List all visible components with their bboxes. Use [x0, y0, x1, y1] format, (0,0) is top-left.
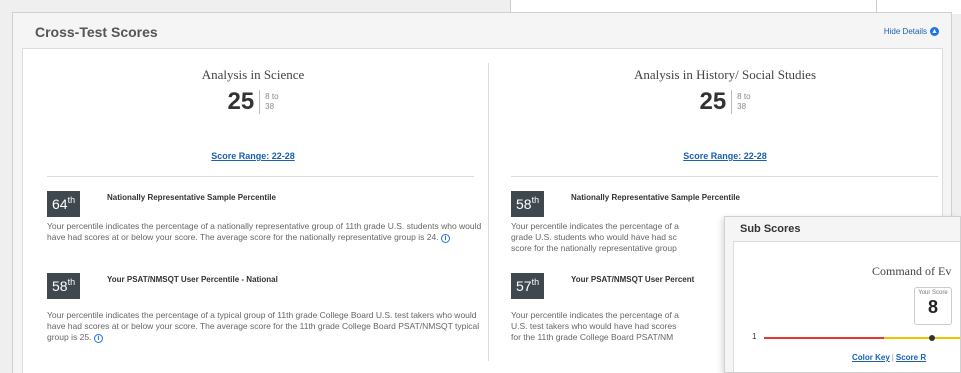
score-marker	[929, 335, 935, 341]
percentile-description: Your percentile indicates the percentage…	[511, 221, 679, 253]
score-scale: 8 to 38	[265, 92, 279, 111]
percentile-badge: 57th	[511, 273, 545, 299]
percentile-description: Your percentile indicates the percentage…	[511, 310, 679, 342]
score-range-link[interactable]: Score Range: 22-28	[495, 151, 955, 161]
collapse-icon: ▲	[930, 27, 939, 36]
score-display: 25 8 to 38	[23, 88, 483, 116]
sub-score-name: Command of Ev	[872, 264, 952, 278]
scale-start: 1	[752, 332, 757, 341]
sub-score-links: Color Key | Score R	[852, 353, 927, 362]
sub-scores-panel: Sub Scores Command of Ev Your Score 8 1 …	[724, 216, 961, 373]
score-value: 25	[699, 88, 727, 115]
hide-details-button[interactable]: Hide Details ▲	[884, 27, 939, 36]
percentile-label: Nationally Representative Sample Percent…	[107, 193, 276, 202]
sub-scores-title: Sub Scores	[740, 223, 801, 235]
science-column: Analysis in Science 25 8 to 38 Score Ran…	[23, 49, 483, 373]
score-value: 25	[227, 88, 255, 115]
divider	[511, 176, 938, 177]
score-separator	[259, 90, 261, 114]
score-range-link[interactable]: Score R	[896, 353, 926, 362]
percentile-badge: 58th	[47, 273, 81, 299]
column-title: Analysis in History/ Social Studies	[634, 67, 816, 82]
percentile-label: Your PSAT/NMSQT User Percent	[571, 275, 695, 284]
percentile-description: Your percentile indicates the percentage…	[47, 221, 482, 243]
column-title: Analysis in Science	[201, 67, 305, 82]
your-score-box: Your Score 8	[914, 287, 952, 325]
panel-title: Cross-Test Scores	[35, 24, 158, 40]
percentile-badge: 58th	[511, 191, 545, 217]
your-score-value: 8	[927, 297, 938, 317]
score-scale: 8 to 38	[737, 92, 751, 111]
score-track-red	[764, 337, 884, 339]
info-icon[interactable]: i	[93, 334, 103, 343]
score-display: 25 8 to 38	[495, 88, 955, 116]
percentile-badge: 64th	[47, 191, 81, 217]
percentile-label: Your PSAT/NMSQT User Percentile - Nation…	[107, 275, 278, 284]
percentile-description: Your percentile indicates the percentage…	[47, 310, 480, 343]
score-range-link[interactable]: Score Range: 22-28	[23, 151, 483, 161]
score-track-yellow	[884, 337, 960, 339]
info-icon[interactable]: i	[440, 234, 450, 243]
score-separator	[731, 90, 733, 114]
percentile-label: Nationally Representative Sample Percent…	[571, 193, 740, 202]
hide-details-label: Hide Details	[883, 27, 927, 36]
color-key-link[interactable]: Color Key	[852, 353, 890, 362]
sub-scores-container: Command of Ev Your Score 8 1 Color Key | S…	[733, 241, 960, 372]
divider	[47, 176, 474, 177]
